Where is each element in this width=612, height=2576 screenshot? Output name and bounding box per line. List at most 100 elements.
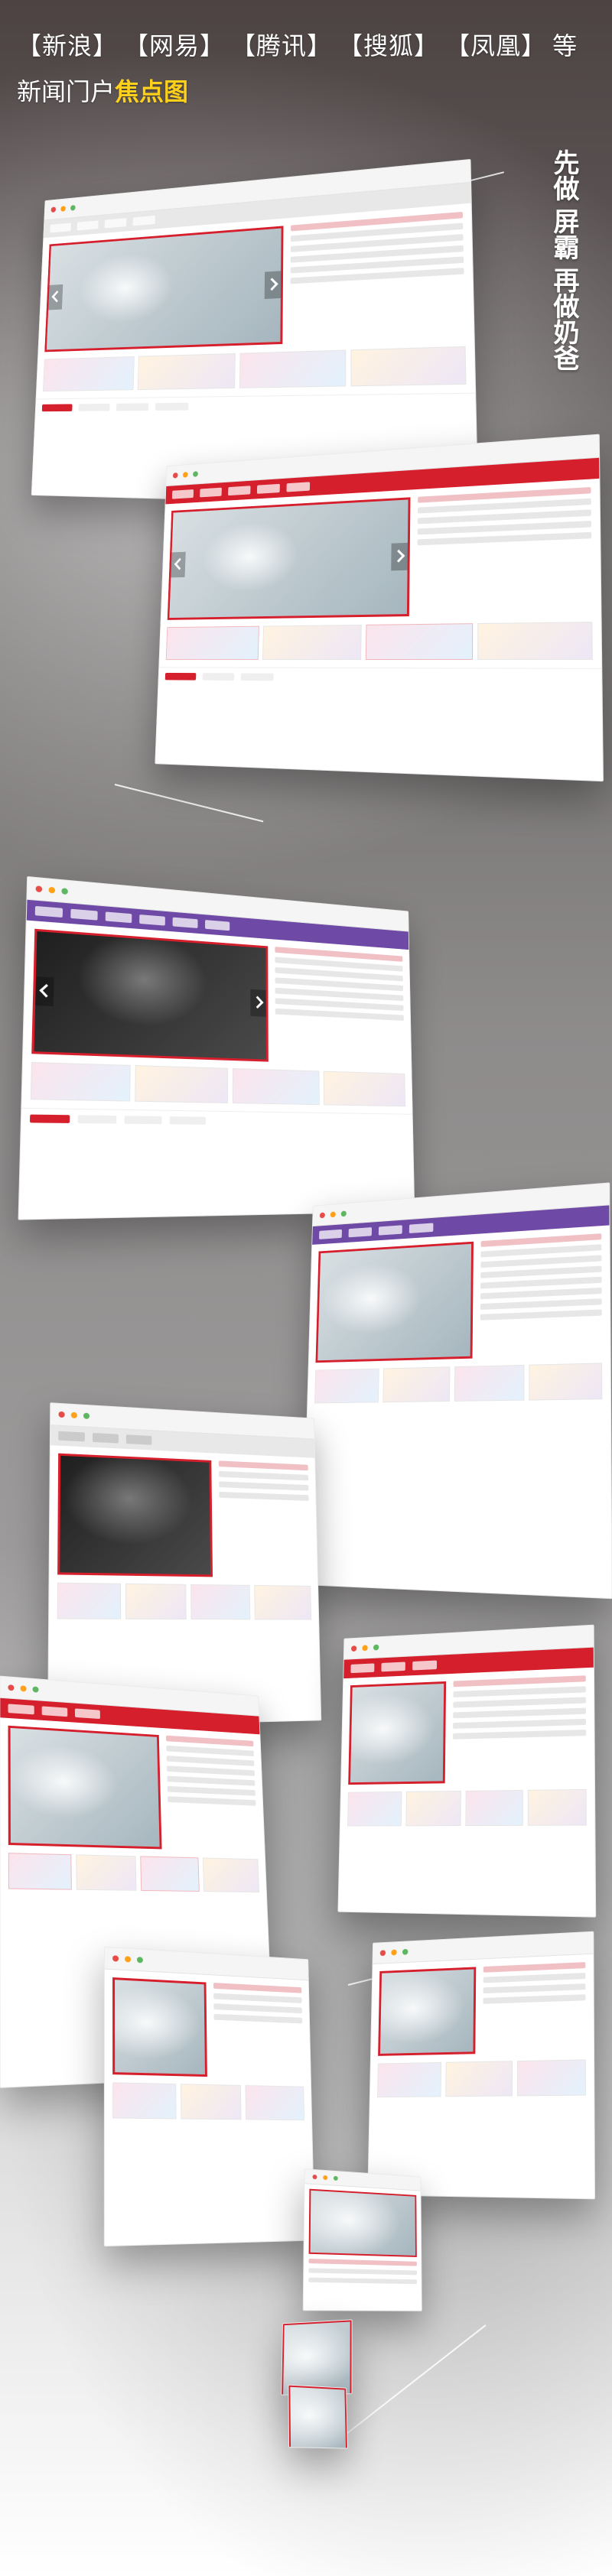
screenshot-card-2 [155, 434, 604, 782]
nav-pill [139, 914, 165, 926]
window-dot-icon [58, 1411, 64, 1418]
portals-line: 【新浪】 【网易】 【腾讯】 【搜狐】 【凤凰】 等 [17, 27, 598, 62]
text-line [453, 1686, 586, 1697]
text-line [219, 1492, 308, 1501]
window-dot-icon [330, 1211, 336, 1217]
nav-pill [42, 1706, 68, 1717]
thumbnail [246, 2085, 304, 2120]
thumbnail [446, 2061, 513, 2097]
text-line [213, 1983, 301, 1993]
text-line [213, 2014, 302, 2024]
hero-image [112, 1977, 207, 2077]
tab [203, 673, 235, 681]
card-content [341, 1668, 594, 1792]
thumbnail [366, 623, 473, 660]
screenshot-card-3 [18, 876, 415, 1220]
thumbnail [350, 346, 467, 387]
text-lines [480, 1233, 602, 1358]
text-line [275, 1009, 403, 1021]
window-dot-icon [351, 1645, 356, 1652]
nav-pill [379, 1225, 402, 1235]
nav-pill [286, 482, 310, 492]
text-line [417, 532, 591, 546]
thumbnail [190, 1584, 250, 1619]
nav-pill [35, 906, 63, 918]
text-lines [213, 1983, 304, 2079]
tab [241, 673, 274, 681]
chevron-left-icon [48, 284, 63, 310]
text-line [308, 2278, 417, 2285]
text-line [166, 1736, 253, 1746]
window-dot-icon [60, 206, 66, 212]
nav-pill [205, 920, 230, 931]
text-line [453, 1675, 585, 1687]
text-lines [275, 947, 405, 1067]
portals-suffix: 等 [552, 27, 578, 62]
thumbnail [8, 1853, 71, 1889]
text-line [483, 1994, 585, 2004]
thumbnail [527, 1789, 587, 1826]
nav-pill [172, 489, 194, 499]
portal-sohu: 【搜狐】 [338, 27, 439, 62]
text-line [167, 1756, 255, 1766]
hero-image [8, 1726, 162, 1850]
hero-image [31, 929, 268, 1062]
text-line [219, 1460, 308, 1470]
window-dot-icon [51, 206, 57, 213]
headline-highlight: 焦点图 [115, 77, 188, 106]
thumb-grid [340, 1789, 595, 1834]
nav-pill [349, 1227, 373, 1237]
text-lines [308, 2259, 417, 2284]
nav-pill [228, 486, 250, 495]
thumbnail [140, 1856, 199, 1892]
text-line [480, 1255, 601, 1268]
nav-pill [381, 1662, 405, 1671]
nav-pill [106, 911, 132, 923]
card-content [308, 1225, 610, 1369]
window-dot-icon [334, 2176, 338, 2181]
text-line [166, 1746, 254, 1756]
poster-stage: 【新浪】 【网易】 【腾讯】 【搜狐】 【凤凰】 等 新闻门户焦点图 先做 屏霸… [0, 0, 612, 2576]
text-line [480, 1298, 601, 1310]
portal-phoenix: 【凤凰】 [445, 27, 546, 62]
text-line [168, 1796, 256, 1805]
window-dot-icon [173, 473, 178, 479]
tab [170, 1116, 206, 1125]
text-line [480, 1265, 602, 1278]
text-line [480, 1288, 602, 1299]
text-lines [219, 1460, 311, 1578]
portal-sina: 【新浪】 [17, 27, 118, 62]
thumbnail [382, 1366, 450, 1402]
thumbnail [137, 353, 236, 390]
chevron-right-icon [391, 543, 408, 571]
nav-pill [350, 1663, 374, 1673]
nav-pill [319, 1230, 342, 1239]
chevron-left-icon [35, 976, 54, 1006]
text-line [483, 1962, 585, 1973]
thumbnail [239, 350, 346, 388]
headline-line2: 新闻门户焦点图 [17, 73, 598, 108]
nav-pill [126, 1434, 151, 1444]
side-text-part2: 屏霸 [549, 208, 579, 260]
text-line [308, 2268, 417, 2275]
card-content [105, 1970, 311, 2087]
nav-pill [105, 218, 127, 228]
text-line [480, 1277, 602, 1289]
thumbnail [135, 1065, 228, 1103]
nav-pill [133, 216, 155, 226]
window-dot-icon [137, 1957, 143, 1963]
window-dot-icon [21, 1685, 27, 1691]
thumbnail [254, 1585, 311, 1620]
tab [30, 1115, 70, 1123]
nav-pill [58, 1431, 85, 1442]
thumbnail [477, 622, 593, 660]
chevron-right-icon [250, 989, 265, 1017]
window-dot-icon [380, 1950, 386, 1956]
thumbnail [31, 1062, 131, 1102]
text-lines [290, 212, 465, 344]
thumbnail [181, 2084, 242, 2120]
thumb-grid [308, 1363, 610, 1411]
window-dot-icon [323, 2175, 327, 2180]
text-line [453, 1708, 586, 1719]
text-line [453, 1697, 586, 1707]
